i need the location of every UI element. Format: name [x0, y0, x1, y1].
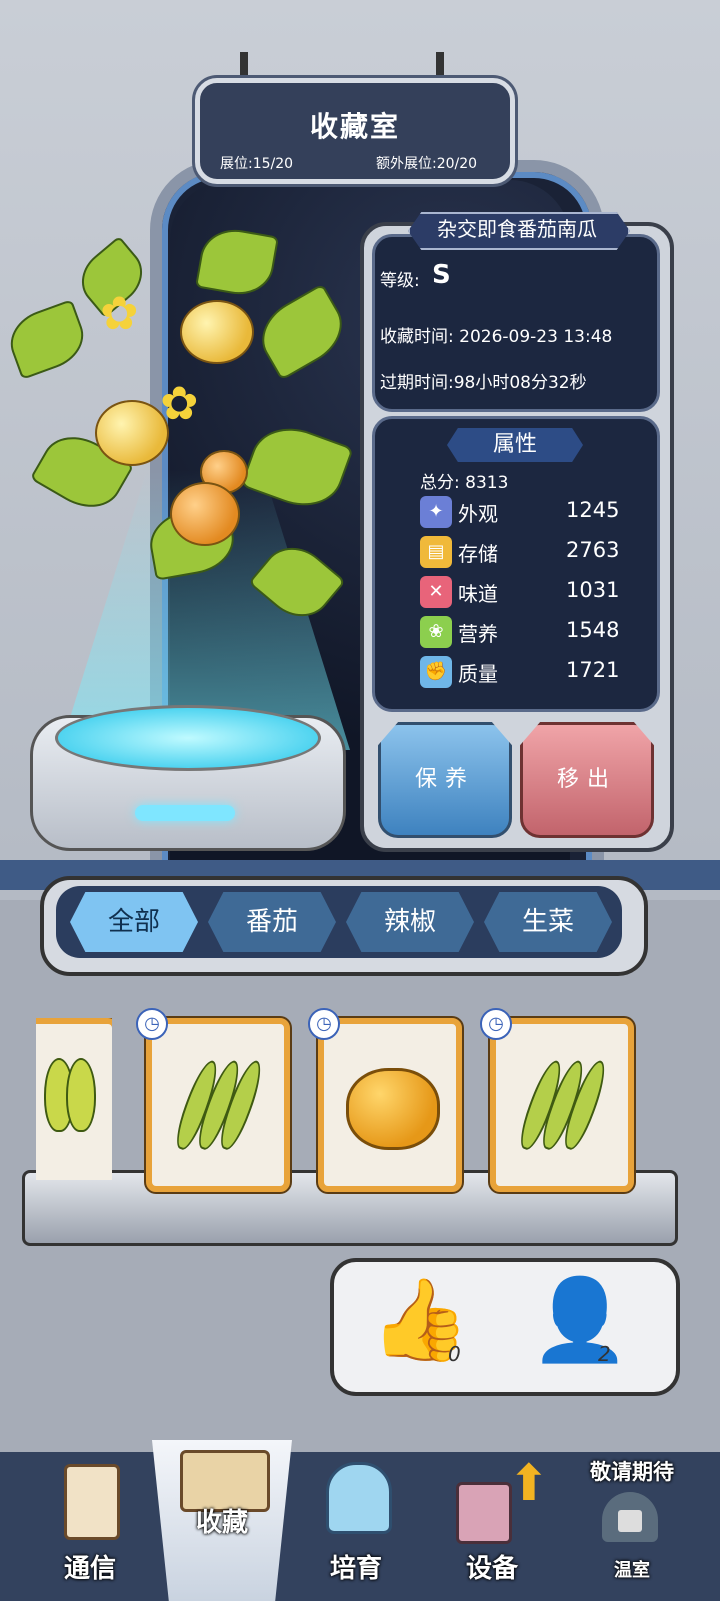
pea-pod [66, 1058, 96, 1132]
nav-item-greenhouse[interactable]: 敬请期待 温室 [572, 1452, 692, 1601]
like-count: 0 [448, 1342, 461, 1366]
nav-item-collection[interactable]: 收藏 [160, 1440, 284, 1601]
nav-label: 培育 [329, 1554, 382, 1584]
pedestal-glow [55, 705, 321, 771]
title-plaque: 收藏室 展位:15/20 额外展位:20/20 [195, 78, 515, 184]
clock-icon: ◷ [308, 1008, 340, 1040]
fruit [95, 400, 169, 466]
stat-name: 存储 [458, 542, 498, 566]
stat-name: 营养 [458, 622, 498, 646]
user-icon: 👤 [530, 1273, 630, 1366]
extra-slot-count: 额外展位:20/20 [376, 156, 478, 172]
attributes-title: 属性 [492, 432, 537, 457]
clipboard-icon [64, 1464, 120, 1540]
nav-label: 设备 [465, 1554, 518, 1584]
lock-icon [618, 1510, 642, 1532]
utensils-icon: ✕ [420, 576, 452, 608]
nav-item-equipment[interactable]: ⬆ 设备 [432, 1452, 552, 1601]
page-title: 收藏室 [309, 110, 400, 143]
tab-lettuce[interactable]: 生菜 [484, 892, 612, 952]
leaf [240, 416, 354, 518]
collection-item-selected[interactable] [318, 1018, 462, 1192]
tab-all[interactable]: 全部 [70, 892, 198, 952]
stat-value: 1031 [566, 578, 620, 602]
clock-icon: ◷ [136, 1008, 168, 1040]
tab-pepper[interactable]: 辣椒 [346, 892, 474, 952]
storage-icon: ▤ [420, 536, 452, 568]
slot-count: 展位:15/20 [220, 156, 294, 172]
visitor-count: 2 [598, 1342, 611, 1366]
muscle-icon: ✊ [420, 656, 452, 688]
stat-name: 味道 [458, 582, 498, 606]
stat-name: 质量 [458, 662, 498, 686]
nav-label: 通信 [63, 1554, 116, 1584]
collect-time: 收藏时间: 2026-09-23 13:48 [380, 327, 613, 347]
grade-label: 等级: [380, 271, 420, 291]
nav-label: 收藏 [195, 1508, 248, 1538]
leaf [248, 533, 346, 631]
pumpkin [346, 1068, 440, 1150]
stat-value: 1548 [566, 618, 620, 642]
grade-value: S [432, 260, 451, 290]
remove-button[interactable]: 移出 [520, 722, 654, 838]
leaf [2, 299, 92, 380]
nav-item-cultivate[interactable]: 培育 [296, 1452, 416, 1601]
nutrition-icon: ❀ [420, 616, 452, 648]
fruit [180, 300, 254, 364]
visitors-button[interactable]: 👤 [530, 1270, 630, 1370]
collection-item[interactable] [490, 1018, 634, 1192]
flower-icon: ✿ [100, 286, 139, 340]
collection-item[interactable] [146, 1018, 290, 1192]
nav-item-messages[interactable]: 通信 [30, 1452, 150, 1601]
care-button[interactable]: 保养 [378, 722, 512, 838]
stat-value: 1245 [566, 498, 620, 522]
expire-time: 过期时间:98小时08分32秒 [380, 373, 587, 393]
clock-icon: ◷ [480, 1008, 512, 1040]
collection-item-partial[interactable] [36, 1018, 112, 1180]
coming-soon-label: 敬请期待 [590, 1460, 674, 1484]
nav-label: 温室 [614, 1560, 650, 1581]
stat-value: 2763 [566, 538, 620, 562]
tab-tomato[interactable]: 番茄 [208, 892, 336, 952]
pedestal-light [135, 805, 235, 821]
terrarium-icon [326, 1462, 392, 1534]
plant-name: 杂交即食番茄南瓜 [437, 217, 597, 241]
fruit [170, 482, 240, 546]
sparkle-icon: ✦ [420, 496, 452, 528]
stat-name: 外观 [458, 502, 498, 526]
leaf [195, 224, 279, 300]
machine-icon [456, 1482, 512, 1544]
plant-display[interactable]: ✿ ✿ [0, 210, 360, 650]
stat-value: 1721 [566, 658, 620, 682]
total-score: 总分: 8313 [420, 473, 509, 493]
upgrade-arrow-icon: ⬆ [508, 1454, 550, 1512]
leaf [249, 283, 355, 381]
